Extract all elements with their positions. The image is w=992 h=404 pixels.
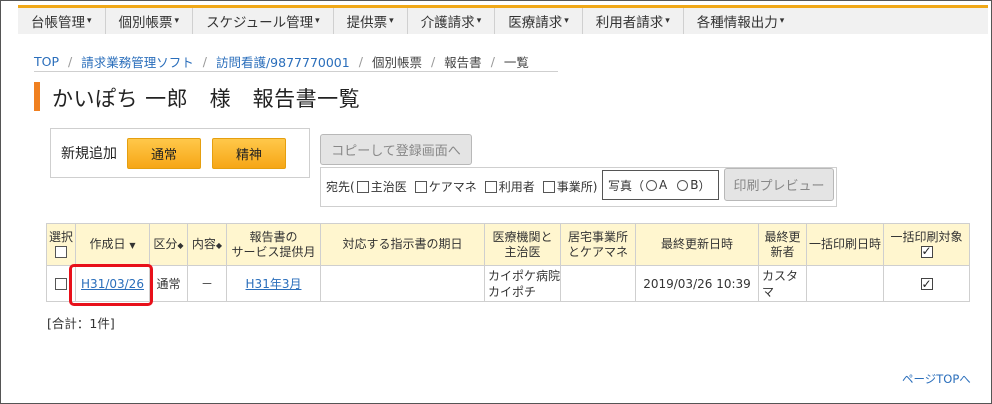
add-psychiatric-button[interactable]: 精神 bbox=[212, 137, 286, 169]
chevron-down-icon: ▾ bbox=[564, 16, 569, 26]
bulk-target-all-checkbox[interactable] bbox=[920, 244, 933, 259]
cell-naiyo: － bbox=[187, 265, 227, 302]
chevron-down-icon: ▾ bbox=[389, 16, 394, 26]
col-updater: 最終更 新者 bbox=[758, 223, 807, 266]
cell-care bbox=[560, 265, 636, 302]
chevron-down-icon: ▾ bbox=[315, 16, 320, 26]
nav-user-billing[interactable]: 利用者請求 ▾ bbox=[583, 8, 684, 34]
cell-bulk-date bbox=[806, 265, 884, 302]
breadcrumb-report: 報告書 bbox=[444, 55, 482, 70]
chevron-down-icon: ▾ bbox=[174, 16, 180, 26]
new-add-panel: 新規追加 通常 精神 bbox=[50, 128, 310, 178]
add-normal-button[interactable]: 通常 bbox=[127, 137, 201, 169]
new-add-label: 新規追加 bbox=[61, 146, 117, 162]
service-month-link[interactable]: H31年3月 bbox=[246, 277, 302, 291]
photo-options: 写真（ A B ） bbox=[602, 170, 719, 200]
select-all-checkbox[interactable] bbox=[55, 246, 67, 258]
dest-doctor-checkbox[interactable] bbox=[356, 180, 369, 193]
total-count: [合計：1件] bbox=[47, 316, 115, 331]
dest-caremanager-checkbox[interactable] bbox=[414, 180, 427, 193]
dest-user-checkbox[interactable] bbox=[484, 180, 497, 193]
breadcrumb-billing-software[interactable]: 請求業務管理ソフト bbox=[81, 52, 194, 71]
col-naiyo[interactable]: 内容◆ bbox=[187, 223, 227, 266]
nav-care-billing[interactable]: 介護請求 ▾ bbox=[408, 8, 496, 34]
sort-desc-icon: ▼ bbox=[129, 240, 136, 250]
breadcrumb-divider bbox=[34, 71, 558, 72]
table-row: H31/03/26 通常 － H31年3月 カイポケ病院 カイポチ 2019/03… bbox=[46, 265, 970, 302]
cell-updated: 2019/03/26 10:39 bbox=[635, 265, 759, 302]
row-select-checkbox[interactable] bbox=[55, 278, 67, 290]
col-service-month: 報告書の サービス提供月 bbox=[226, 223, 321, 266]
nav-individual-forms[interactable]: 個別帳票 ▾ bbox=[106, 8, 194, 34]
col-kubun[interactable]: 区分◆ bbox=[149, 223, 188, 266]
nav-info-export[interactable]: 各種情報出力 ▾ bbox=[684, 8, 798, 34]
dest-office-checkbox[interactable] bbox=[542, 180, 555, 193]
col-created-date[interactable]: 作成日 ▼ bbox=[75, 223, 150, 266]
row-bulk-target-checkbox[interactable] bbox=[920, 276, 933, 292]
col-care-office: 居宅事業所 とケアマネ bbox=[560, 223, 636, 266]
photo-b-radio[interactable] bbox=[677, 179, 689, 191]
main-nav: 台帳管理 ▾ 個別帳票 ▾ スケジュール管理 ▾ 提供票 ▾ 介護請求 ▾ 医療請求 ▾ 利… bbox=[18, 5, 988, 34]
chevron-down-icon: ▾ bbox=[476, 16, 482, 26]
highlight-box bbox=[69, 264, 153, 306]
nav-service-slip[interactable]: 提供票 ▾ bbox=[334, 8, 408, 34]
print-preview-button[interactable]: 印刷プレビュー bbox=[724, 168, 834, 201]
photo-a-radio[interactable] bbox=[646, 179, 658, 191]
page-title: かいぽち 一郎 様 報告書一覧 bbox=[52, 87, 361, 111]
page-top-link[interactable]: ページTOPへ bbox=[902, 371, 971, 387]
chevron-down-icon: ▾ bbox=[779, 16, 785, 26]
col-bulk-print-date: 一括印刷日時 bbox=[806, 223, 884, 266]
chevron-down-icon: ▾ bbox=[665, 16, 670, 26]
cell-instruction bbox=[320, 265, 485, 302]
destination-options: 宛先( 主治医 ケアマネ 利用者 事業所 ) bbox=[326, 179, 598, 195]
breadcrumb-individual-forms: 個別帳票 bbox=[371, 55, 422, 70]
breadcrumb-top[interactable]: TOP bbox=[34, 54, 59, 69]
breadcrumb-office[interactable]: 訪問看護/9877770001 bbox=[216, 52, 350, 71]
nav-ledger[interactable]: 台帳管理 ▾ bbox=[18, 8, 106, 34]
report-table: 選択 作成日 ▼ 区分◆ 内容◆ 報告書の サービス提供月 対応する指示書の期日 … bbox=[46, 223, 970, 302]
title-accent-bar bbox=[34, 82, 40, 111]
col-medical: 医療機関と 主治医 bbox=[484, 223, 561, 266]
sort-icon: ◆ bbox=[177, 240, 184, 250]
sort-icon: ◆ bbox=[215, 240, 223, 250]
cell-kubun: 通常 bbox=[149, 265, 188, 302]
cell-updater: カスタマ bbox=[758, 265, 807, 302]
chevron-down-icon: ▾ bbox=[87, 16, 92, 26]
nav-schedule[interactable]: スケジュール管理 ▾ bbox=[193, 8, 334, 34]
breadcrumb: TOP / 請求業務管理ソフト / 訪問看護/9877770001 / 個別帳票… bbox=[34, 52, 529, 71]
cell-medical: カイポケ病院 カイポチ bbox=[484, 265, 561, 302]
nav-medical-billing[interactable]: 医療請求 ▾ bbox=[495, 8, 583, 34]
table-header-row: 選択 作成日 ▼ 区分◆ 内容◆ 報告書の サービス提供月 対応する指示書の期日 … bbox=[46, 223, 970, 266]
breadcrumb-list: 一覧 bbox=[503, 55, 529, 70]
col-instruction-date: 対応する指示書の期日 bbox=[320, 223, 485, 266]
col-select: 選択 bbox=[46, 223, 76, 266]
copy-to-register-button[interactable]: コピーして登録画面へ bbox=[320, 134, 472, 165]
col-bulk-print-target: 一括印刷対象 bbox=[883, 223, 970, 266]
col-updated-at: 最終更新日時 bbox=[635, 223, 759, 266]
